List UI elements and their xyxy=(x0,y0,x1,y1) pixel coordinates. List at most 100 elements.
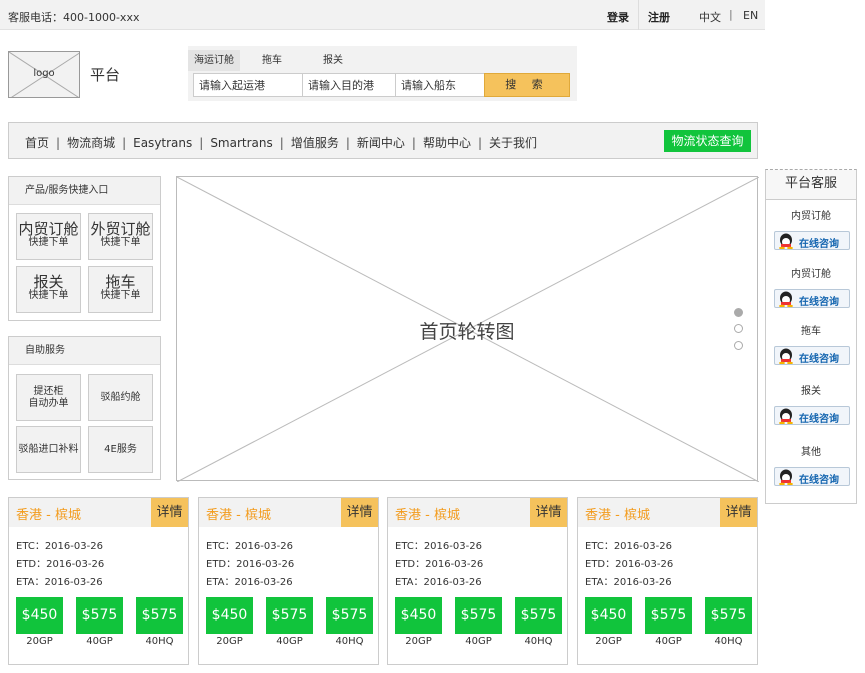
tile-label: 报关 xyxy=(33,273,64,291)
price-20gp-button[interactable]: $450 xyxy=(206,597,253,634)
container-type-20gp: 20GP xyxy=(595,636,622,647)
container-type-40gp: 40GP xyxy=(86,636,113,647)
register-link[interactable]: 注册 xyxy=(648,9,670,25)
carousel-dot-3[interactable] xyxy=(734,341,743,350)
search-tab-truck[interactable]: 拖车 xyxy=(246,50,298,71)
lang-en-link[interactable]: EN xyxy=(743,9,758,22)
tile-label: 拖车 xyxy=(105,273,136,291)
lang-zh-link[interactable]: 中文 xyxy=(699,9,721,25)
carrier-input[interactable] xyxy=(395,73,485,97)
price-20gp-button[interactable]: $450 xyxy=(585,597,632,634)
nav-item-help[interactable]: 帮助中心 xyxy=(423,134,471,151)
route-title[interactable]: 香港 - 槟城 xyxy=(16,504,81,523)
quick-tile-foreign-booking[interactable]: 外贸订舱 快捷下单 xyxy=(88,213,153,260)
quick-entry-title: 产品/服务快捷入口 xyxy=(9,177,160,205)
online-consult-button[interactable]: 在线咨询 xyxy=(774,231,850,250)
price-40hq-button[interactable]: $575 xyxy=(515,597,562,634)
eta-date: ETA：2016-03-26 xyxy=(585,577,672,588)
tile-label: 驳船进口补料 xyxy=(18,444,79,455)
nav-separator: | xyxy=(122,136,127,150)
carousel-dot-1[interactable] xyxy=(734,308,743,317)
price-40gp-button[interactable]: $575 xyxy=(455,597,502,634)
etc-date: ETC：2016-03-26 xyxy=(585,541,672,552)
carousel-dot-2[interactable] xyxy=(734,324,743,333)
price-40gp-button[interactable]: $575 xyxy=(645,597,692,634)
quick-tile-truck[interactable]: 拖车 快捷下单 xyxy=(88,266,153,313)
container-type-40hq: 40HQ xyxy=(145,636,174,647)
dest-port-input[interactable] xyxy=(302,73,396,97)
etc-date: ETC：2016-03-26 xyxy=(395,541,482,552)
nav-item-value-added[interactable]: 增值服务 xyxy=(291,134,339,151)
price-40hq-button[interactable]: $575 xyxy=(326,597,373,634)
search-tab-customs[interactable]: 报关 xyxy=(307,50,359,71)
logo[interactable]: logo xyxy=(8,51,80,98)
search-panel: 海运订舱 拖车 报关 搜 索 xyxy=(188,46,577,101)
nav-item-easytrans[interactable]: Easytrans xyxy=(133,136,192,150)
nav-item-about[interactable]: 关于我们 xyxy=(489,134,537,151)
online-consult-label: 在线咨询 xyxy=(799,239,839,250)
price-40gp-button[interactable]: $575 xyxy=(266,597,313,634)
price-40hq-button[interactable]: $575 xyxy=(136,597,183,634)
route-title[interactable]: 香港 - 槟城 xyxy=(585,504,650,523)
nav-item-news[interactable]: 新闻中心 xyxy=(357,134,405,151)
qq-icon xyxy=(779,291,793,307)
nav-separator: | xyxy=(199,136,204,150)
self-tile-container-pickup[interactable]: 提还柜 自动办单 xyxy=(16,374,81,421)
service-group-label: 其他 xyxy=(801,447,821,458)
route-card: 香港 - 槟城 详情 ETC：2016-03-26 ETD：2016-03-26… xyxy=(577,497,758,665)
home-carousel[interactable]: 首页轮转图 xyxy=(176,176,759,482)
detail-button[interactable]: 详情 xyxy=(341,498,378,527)
tile-sublabel: 快捷下单 xyxy=(28,237,69,248)
nav-separator: | xyxy=(411,136,416,150)
detail-button[interactable]: 详情 xyxy=(720,498,757,527)
container-type-40hq: 40HQ xyxy=(524,636,553,647)
route-card: 香港 - 槟城 详情 ETC：2016-03-26 ETD：2016-03-26… xyxy=(387,497,568,665)
quick-entry-panel: 产品/服务快捷入口 内贸订舱 快捷下单 外贸订舱 快捷下单 报关 快捷下单 拖车… xyxy=(8,176,161,321)
platform-name: 平台 xyxy=(90,66,121,84)
detail-button[interactable]: 详情 xyxy=(530,498,567,527)
tile-sublabel: 快捷下单 xyxy=(100,237,141,248)
self-tile-barge-import[interactable]: 驳船进口补料 xyxy=(16,426,81,473)
online-consult-label: 在线咨询 xyxy=(799,414,839,425)
tile-sublabel: 快捷下单 xyxy=(100,290,141,301)
price-40gp-button[interactable]: $575 xyxy=(76,597,123,634)
nav-item-smartrans[interactable]: Smartrans xyxy=(210,136,272,150)
price-20gp-button[interactable]: $450 xyxy=(395,597,442,634)
origin-port-input[interactable] xyxy=(193,73,303,97)
route-title[interactable]: 香港 - 槟城 xyxy=(206,504,271,523)
self-tile-barge-booking[interactable]: 驳船约舱 xyxy=(88,374,153,421)
search-tab-ocean[interactable]: 海运订舱 xyxy=(188,50,240,71)
nav-item-home[interactable]: 首页 xyxy=(25,134,49,151)
eta-date: ETA：2016-03-26 xyxy=(16,577,103,588)
self-service-panel: 自助服务 提还柜 自动办单 驳船约舱 驳船进口补料 4E服务 xyxy=(8,336,161,480)
tile-label: 外贸订舱 xyxy=(90,220,151,238)
top-bar: 客服电话：400-1000-xxx 登录 注册 中文 | EN xyxy=(0,0,765,30)
login-link[interactable]: 登录 xyxy=(607,9,629,25)
etd-date: ETD：2016-03-26 xyxy=(395,559,484,570)
self-tile-4e-service[interactable]: 4E服务 xyxy=(88,426,153,473)
search-button[interactable]: 搜 索 xyxy=(484,73,570,97)
container-type-20gp: 20GP xyxy=(26,636,53,647)
nav-item-mall[interactable]: 物流商城 xyxy=(67,134,115,151)
eta-date: ETA：2016-03-26 xyxy=(206,577,293,588)
logistics-status-button[interactable]: 物流状态查询 xyxy=(664,130,751,152)
online-consult-button[interactable]: 在线咨询 xyxy=(774,406,850,425)
quick-tile-customs[interactable]: 报关 快捷下单 xyxy=(16,266,81,313)
tile-sublabel: 自动办单 xyxy=(28,398,69,409)
tile-label: 提还柜 xyxy=(33,386,64,397)
quick-tile-domestic-booking[interactable]: 内贸订舱 快捷下单 xyxy=(16,213,81,260)
card-header: 香港 - 槟城 详情 xyxy=(9,498,188,527)
detail-button[interactable]: 详情 xyxy=(151,498,188,527)
nav-items: 首页 | 物流商城 | Easytrans | Smartrans | 增值服务 | 新闻中心 | 帮助… xyxy=(25,134,537,151)
container-type-40hq: 40HQ xyxy=(335,636,364,647)
price-40hq-button[interactable]: $575 xyxy=(705,597,752,634)
container-type-20gp: 20GP xyxy=(405,636,432,647)
online-consult-button[interactable]: 在线咨询 xyxy=(774,467,850,486)
price-20gp-button[interactable]: $450 xyxy=(16,597,63,634)
service-phone: 客服电话：400-1000-xxx xyxy=(8,11,140,24)
online-consult-button[interactable]: 在线咨询 xyxy=(774,346,850,365)
online-consult-button[interactable]: 在线咨询 xyxy=(774,289,850,308)
eta-date: ETA：2016-03-26 xyxy=(395,577,482,588)
route-title[interactable]: 香港 - 槟城 xyxy=(395,504,460,523)
nav-separator: | xyxy=(279,136,284,150)
